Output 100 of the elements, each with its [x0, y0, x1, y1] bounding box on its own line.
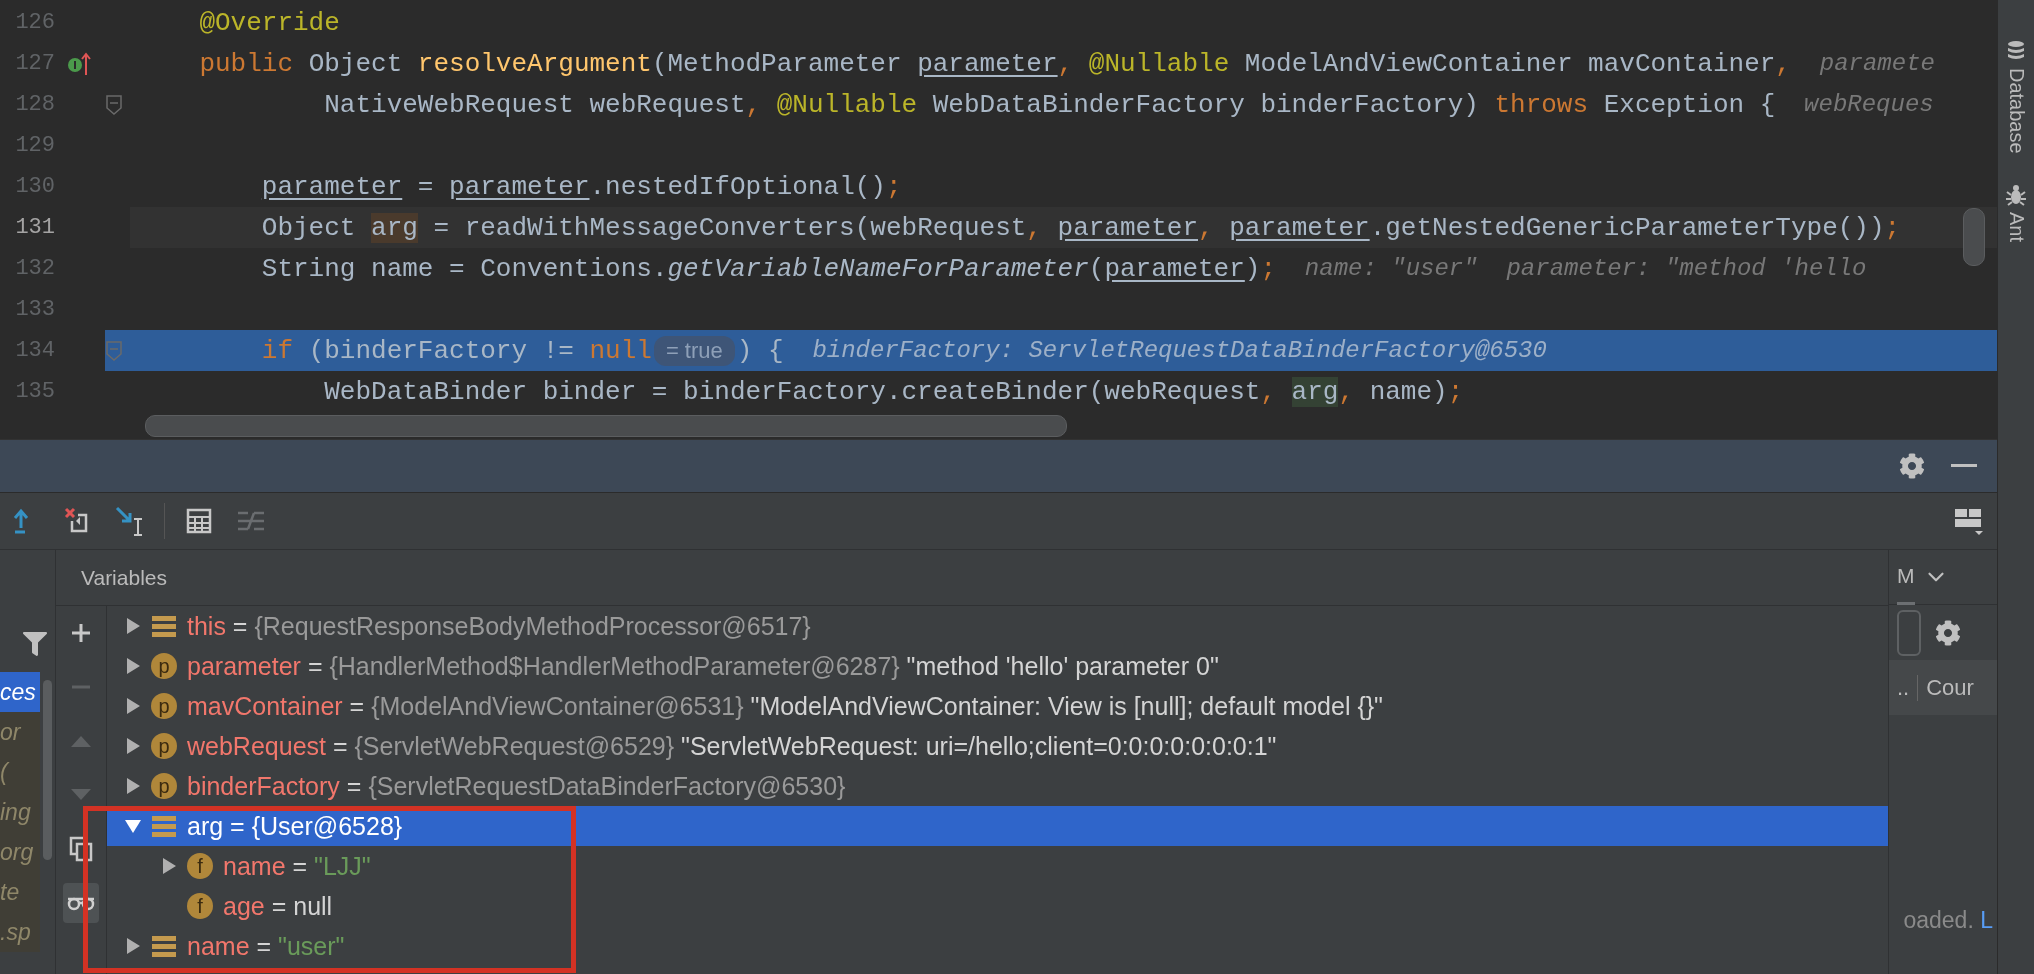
- tool-window-button[interactable]: Ant: [2004, 211, 2028, 242]
- add-icon[interactable]: [70, 622, 92, 644]
- code-token: ) {: [736, 335, 784, 366]
- code-token: Object: [261, 212, 357, 243]
- collapsed-arrow-icon[interactable]: [124, 657, 142, 675]
- variable-row[interactable]: p parameter = {HandlerMethod$HandlerMethodParameter@6287} "method 'hello' parameter 0": [107, 646, 1888, 686]
- calculator-icon[interactable]: [185, 507, 213, 535]
- line-number: 127: [14, 51, 55, 76]
- collapsed-arrow-icon[interactable]: [124, 937, 142, 955]
- equals-sign: =: [232, 611, 248, 641]
- variable-name: age: [223, 891, 265, 921]
- variable-value: {ServletRequestDataBinderFactory@6530}: [368, 771, 846, 801]
- line-number: 130: [14, 174, 55, 199]
- equals-sign: =: [307, 651, 323, 681]
- code-token: = readWithMessageConverters(webRequest: [432, 212, 1027, 243]
- variable-row[interactable]: f age = null: [107, 886, 1888, 926]
- settings-icon[interactable]: [1899, 453, 1925, 479]
- code-token: (binderFactory !=: [307, 335, 575, 366]
- variable-row[interactable]: p binderFactory = {ServletRequestDataBinderFactory@6530}: [107, 766, 1888, 806]
- line-number: 128: [14, 92, 55, 117]
- code-token: @Nullable: [776, 89, 918, 120]
- variable-name: binderFactory: [187, 771, 340, 801]
- equals-sign: =: [256, 931, 272, 961]
- code-token: ;: [1884, 212, 1901, 243]
- stack-frame[interactable]: (: [0, 752, 40, 792]
- code-token: ,: [1057, 48, 1075, 79]
- code-token: =: [416, 171, 435, 202]
- tool-window-button[interactable]: Database: [2004, 68, 2028, 154]
- collapsed-arrow-icon[interactable]: [124, 777, 142, 795]
- code-token: parameter: [1104, 253, 1245, 284]
- glasses-icon[interactable]: [67, 895, 95, 911]
- variable-name: name: [223, 851, 286, 881]
- vertical-scrollbar[interactable]: [1963, 208, 1985, 266]
- variable-row[interactable]: f name = "LJJ": [107, 846, 1888, 886]
- line-number: 129: [14, 133, 55, 158]
- horizontal-scrollbar[interactable]: [145, 414, 1067, 437]
- fold-icon[interactable]: [105, 93, 123, 116]
- code-token: .nestedIfOptional(): [589, 171, 886, 202]
- variable-row[interactable]: name = "user": [107, 926, 1888, 966]
- variable-value: null: [293, 891, 333, 921]
- line-number: 131: [14, 215, 55, 240]
- column-header[interactable]: Cour: [1918, 674, 1982, 701]
- code-token: arg: [1291, 376, 1339, 407]
- bug-icon: [2005, 183, 2027, 206]
- variable-row[interactable]: arg = {User@6528}: [107, 806, 1888, 846]
- code-token: parameter: [261, 171, 403, 202]
- implements-icon[interactable]: [67, 50, 93, 77]
- member-badge: p: [151, 733, 177, 759]
- settings-icon[interactable]: [1935, 619, 1961, 646]
- stack-frame[interactable]: .sp: [0, 912, 40, 952]
- stack-frame[interactable]: te: [0, 872, 40, 912]
- variable-name: mavContainer: [187, 691, 343, 721]
- equals-sign: =: [292, 851, 308, 881]
- code-token: ,: [1260, 376, 1277, 407]
- minimize-icon[interactable]: [1951, 464, 1977, 468]
- line-number: 134: [14, 338, 55, 363]
- code-token: @Nullable: [1088, 48, 1230, 79]
- stack-frame[interactable]: org: [0, 832, 40, 872]
- stack-icon: [151, 614, 177, 638]
- member-badge: p: [151, 693, 177, 719]
- filter-icon[interactable]: [23, 632, 47, 656]
- code-token: parameter: [1057, 212, 1198, 243]
- variable-name: this: [187, 611, 226, 641]
- status-message: oaded.: [1903, 907, 1974, 934]
- code-token: Object: [307, 48, 404, 79]
- collapsed-arrow-icon[interactable]: [160, 857, 178, 875]
- variable-row[interactable]: p webRequest = {ServletWebRequest@6529} "ServletWebRequest: uri=/hello;client=0:0:0:0:0:0:0:1": [107, 726, 1888, 766]
- code-token: getVariableNameForParameter: [667, 253, 1089, 284]
- code-token: ,: [1775, 48, 1791, 79]
- search-field[interactable]: [1897, 609, 1921, 656]
- variable-row[interactable]: p mavContainer = {ModelAndViewContainer@6531} "ModelAndViewContainer: View is [null]; default model {}": [107, 686, 1888, 726]
- column-header[interactable]: ..: [1889, 674, 1919, 701]
- expanded-arrow-icon[interactable]: [124, 817, 142, 835]
- collapsed-arrow-icon[interactable]: [124, 737, 142, 755]
- variable-value: {RequestResponseBodyMethodProcessor@6517}: [254, 611, 811, 641]
- stack-frame[interactable]: or: [0, 712, 40, 752]
- code-token: parameter: [917, 48, 1058, 79]
- layout-icon[interactable]: [1953, 506, 1985, 536]
- status-link[interactable]: L: [1980, 907, 1993, 934]
- code-token: WebDataBinder binder = binderFactory.createBinder(webRequest: [324, 376, 1261, 407]
- line-number: 135: [14, 379, 55, 404]
- copy-icon[interactable]: [69, 836, 93, 862]
- code-token: ,: [1198, 212, 1215, 243]
- code-token: ,: [1026, 212, 1043, 243]
- collapsed-arrow-icon[interactable]: [124, 697, 142, 715]
- frames-scrollbar[interactable]: [43, 680, 52, 860]
- variable-name: name: [187, 931, 250, 961]
- code-token: String name = Conventions.: [261, 253, 668, 284]
- code-token: ,: [745, 89, 763, 120]
- equals-sign: =: [332, 731, 348, 761]
- stack-frame[interactable]: ing: [0, 792, 40, 832]
- watches-tab[interactable]: M: [1897, 549, 1915, 605]
- inlay-hint: paramete: [1819, 50, 1935, 77]
- collapsed-arrow-icon[interactable]: [124, 617, 142, 635]
- equals-sign: =: [271, 891, 287, 921]
- variable-name: arg: [187, 811, 224, 841]
- member-badge: f: [187, 853, 213, 879]
- database-icon: [2006, 40, 2026, 62]
- variable-row[interactable]: this = {RequestResponseBodyMethodProcessor@6517}: [107, 606, 1888, 646]
- stack-frame[interactable]: ces: [0, 672, 40, 712]
